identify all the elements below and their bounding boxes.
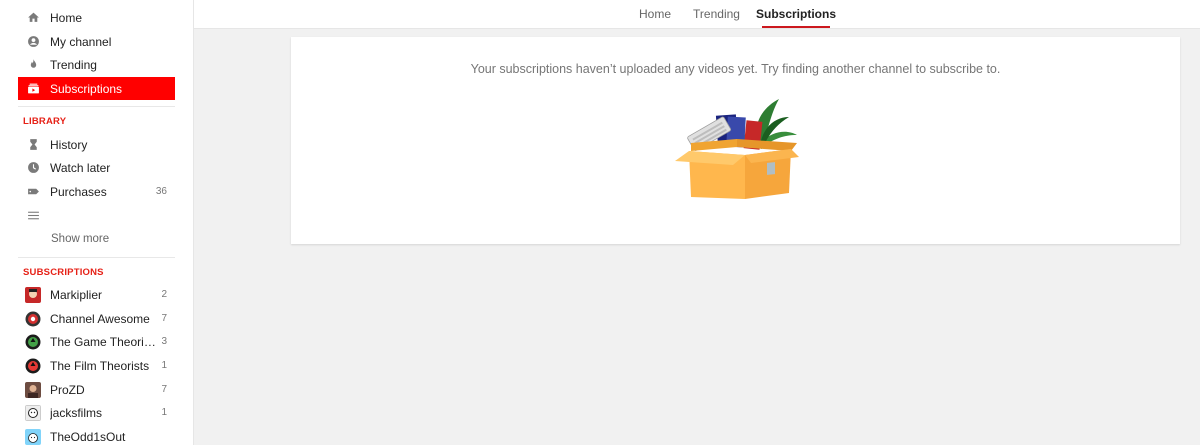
sidebar-item-label: Purchases [50,184,107,199]
tab-subscriptions[interactable]: Subscriptions [756,0,836,28]
sidebar-item-home[interactable]: Home [18,6,175,29]
channel-avatar [18,311,50,327]
sidebar-divider [18,257,175,258]
subscription-label: jacksfilms [50,405,103,420]
sidebar-item-label: Subscriptions [50,81,123,96]
subscription-count: 7 [161,384,167,395]
channel-avatar [18,381,50,398]
channel-avatar [18,428,50,445]
hourglass-icon [18,138,50,151]
subscription-count: 3 [161,336,167,347]
sidebar-item-my-channel[interactable]: My channel [18,30,175,53]
subscription-count: 1 [161,407,167,418]
tag-icon [18,185,50,198]
channel-avatar [18,334,50,350]
empty-box-illustration [675,99,799,199]
subscription-count: 2 [161,289,167,300]
account-icon [18,35,50,48]
sidebar-item-label: Trending [50,57,97,72]
subscription-label: Channel Awesome [50,311,150,326]
empty-subscriptions-message: Your subscriptions haven’t uploaded any … [470,62,1001,76]
sidebar-item-purchases[interactable]: Purchases 36 [18,180,175,203]
sidebar-item-history[interactable]: History [18,133,175,156]
subscription-count: 7 [161,313,167,324]
subscription-item-markiplier[interactable]: Markiplier 2 [18,283,175,306]
tab-trending[interactable]: Trending [693,0,740,28]
purchases-count: 36 [155,186,167,197]
subscription-label: TheOdd1sOut [50,429,126,444]
sidebar-item-watch-later[interactable]: Watch later [18,156,175,179]
subscription-item-film-theorists[interactable]: The Film Theorists 1 [18,354,175,377]
subscription-item-jacksfilms[interactable]: jacksfilms 1 [18,401,175,424]
clock-icon [18,161,50,174]
sidebar-item-trending[interactable]: Trending [18,53,175,76]
guide-sidebar: Home My channel Trending Subscriptions L… [0,0,194,445]
sidebar-item-label: Watch later [50,160,111,175]
subscription-label: The Film Theorists [50,358,150,373]
top-tab-bar: Home Trending Subscriptions [194,0,1200,29]
empty-feed-card: Your subscriptions haven’t uploaded any … [291,37,1180,244]
sidebar-item-label: Home [50,10,83,25]
flame-icon [18,58,50,71]
subscription-item-prozd[interactable]: ProZD 7 [18,378,175,401]
sidebar-item-playlist[interactable] [18,204,175,227]
channel-avatar [18,286,50,303]
subscription-label: ProZD [50,382,85,397]
subscription-item-game-theorists[interactable]: The Game Theori… 3 [18,330,175,353]
subscriptions-section-title: SUBSCRIPTIONS [23,267,104,278]
tab-home[interactable]: Home [639,0,671,28]
subscription-item-theodd1sout[interactable]: TheOdd1sOut [18,425,175,445]
show-more-link[interactable]: Show more [51,233,109,245]
library-section-title: LIBRARY [23,116,67,127]
home-icon [18,11,50,24]
subscription-label: The Game Theori… [50,334,156,349]
subscription-item-channel-awesome[interactable]: Channel Awesome 7 [18,307,175,330]
sidebar-divider [18,106,175,107]
channel-avatar [18,404,50,421]
sidebar-item-label: History [50,137,88,152]
playlist-icon [18,209,50,222]
subscription-label: Markiplier [50,287,103,302]
sidebar-item-label: My channel [50,34,112,49]
subscriptions-icon [18,82,50,95]
channel-avatar [18,358,50,374]
subscription-count: 1 [161,360,167,371]
sidebar-item-subscriptions[interactable]: Subscriptions [18,77,175,100]
